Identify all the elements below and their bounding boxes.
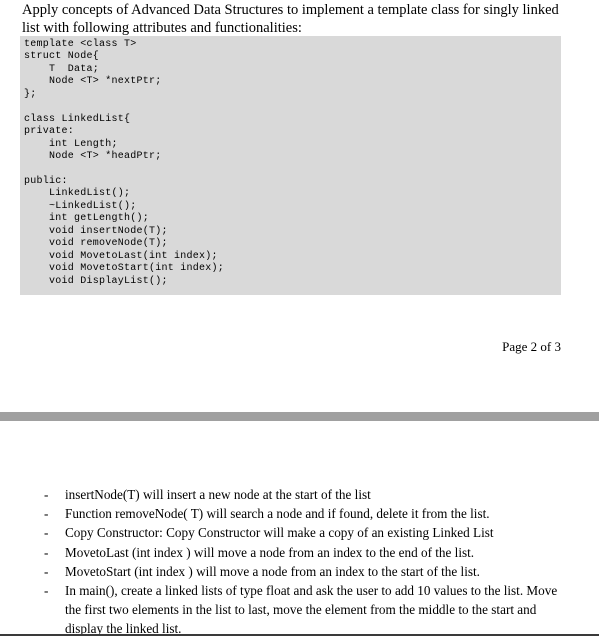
requirements-list: - insertNode(T) will insert a new node at… bbox=[0, 485, 599, 639]
list-item-marker: - bbox=[44, 563, 49, 579]
code-block: template <class T> struct Node{ T Data; … bbox=[20, 36, 561, 295]
list-item: - In main(), create a linked lists of typ… bbox=[0, 581, 599, 639]
document-page-one: Apply concepts of Advanced Data Structur… bbox=[0, 0, 599, 412]
list-item-marker: - bbox=[44, 544, 49, 560]
list-item-label: MovetoStart (int index ) will move a nod… bbox=[65, 563, 480, 579]
list-item-label: insertNode(T) will insert a new node at … bbox=[65, 487, 371, 502]
list-item: - Copy Constructor: Copy Constructor will… bbox=[0, 523, 599, 542]
code-block-content: template <class T> struct Node{ T Data; … bbox=[24, 39, 225, 287]
list-item-label: Copy Constructor: Copy Constructor will … bbox=[65, 525, 494, 541]
list-item: - Function removeNode( T) will search a n… bbox=[0, 504, 599, 523]
document-page-two: - insertNode(T) will insert a new node at… bbox=[0, 421, 599, 636]
list-item-marker: - bbox=[44, 506, 49, 522]
list-item-marker: - bbox=[44, 525, 49, 541]
list-item: - MovetoStart (int index ) will move a no… bbox=[0, 562, 599, 581]
list-item: - MovetoLast (int index ) will move a nod… bbox=[0, 543, 599, 562]
page-title: Apply concepts of Advanced Data Structur… bbox=[22, 2, 559, 36]
list-item-marker: - bbox=[44, 583, 49, 599]
page-break-separator bbox=[0, 412, 599, 421]
list-item-marker: - bbox=[44, 487, 49, 502]
list-item-label: Function removeNode( T) will search a no… bbox=[65, 506, 490, 522]
list-item-label: In main(), create a linked lists of type… bbox=[65, 583, 558, 637]
list-item-label: MovetoLast (int index ) will move a node… bbox=[65, 544, 475, 560]
page-number-footer: Page 2 of 3 bbox=[502, 339, 561, 354]
list-item: - insertNode(T) will insert a new node at… bbox=[0, 485, 599, 504]
